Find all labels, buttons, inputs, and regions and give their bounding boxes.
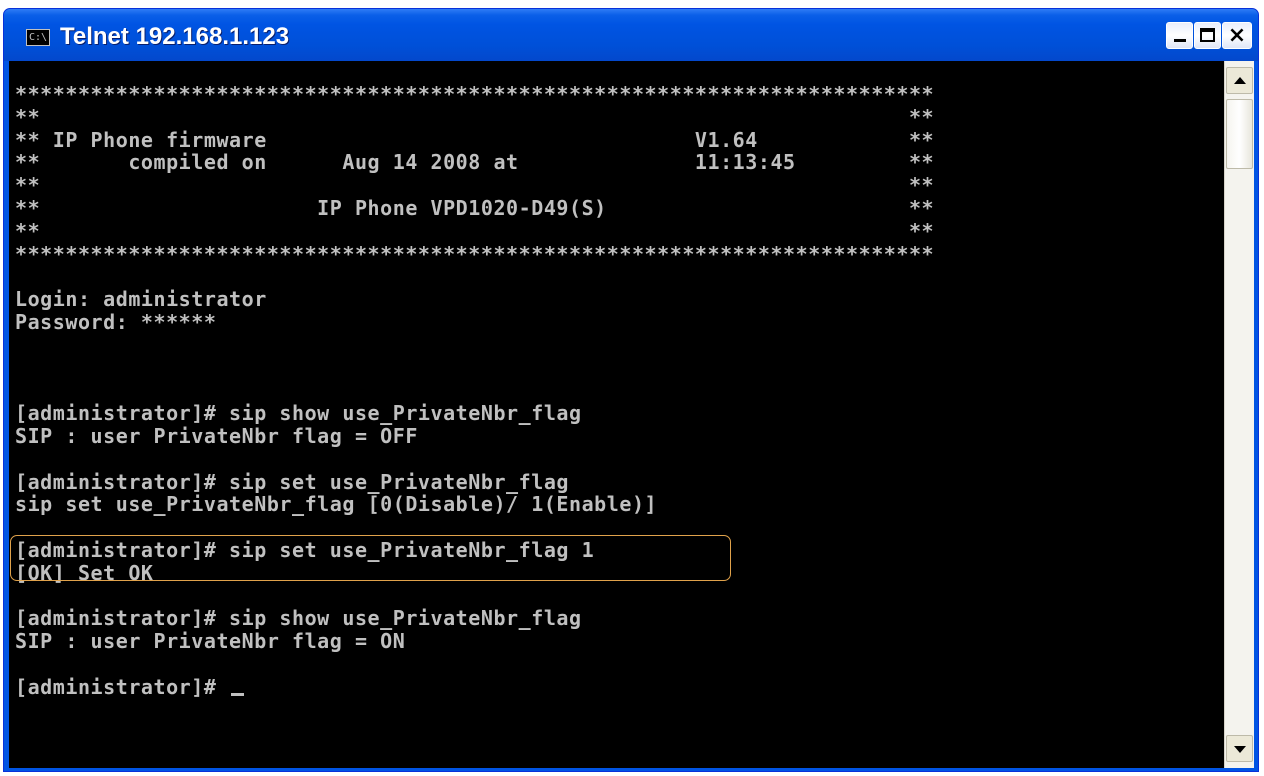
console-client-area: ****************************************… [9, 61, 1254, 768]
close-button[interactable]: × [1222, 22, 1252, 49]
terminal-line: ** ** [15, 218, 935, 243]
minimize-icon [1174, 39, 1186, 42]
scroll-down-button[interactable] [1226, 735, 1253, 762]
terminal-line: ** IP Phone VPD1020-D49(S) ** [15, 195, 935, 220]
window-title: Telnet 192.168.1.123 [60, 23, 290, 50]
terminal-line: ** ** [15, 173, 935, 198]
terminal-line: SIP : user PrivateNbr flag = ON [15, 629, 406, 654]
terminal-line: [administrator]# sip set use_PrivateNbr_… [15, 469, 570, 494]
terminal-line: sip set use_PrivateNbr_flag [0(Disable)/… [15, 492, 658, 517]
terminal-line: Login: administrator [15, 287, 267, 312]
vertical-scrollbar[interactable] [1224, 61, 1254, 768]
terminal-line: [administrator]# sip set use_PrivateNbr_… [15, 537, 595, 562]
terminal-line: [OK] Set OK [15, 560, 154, 585]
console-icon[interactable]: C:\ [26, 29, 50, 46]
arrow-up-icon [1234, 77, 1246, 84]
terminal-line: Password: ****** [15, 309, 217, 334]
terminal-output[interactable]: ****************************************… [9, 61, 1224, 768]
maximize-button[interactable] [1194, 22, 1221, 49]
telnet-window: C:\ Telnet 192.168.1.123 × *************… [3, 8, 1259, 772]
text-cursor [231, 692, 245, 696]
terminal-line: [administrator]# sip show use_PrivateNbr… [15, 606, 582, 631]
terminal-line: ****************************************… [15, 241, 935, 266]
terminal-line: ** ** [15, 104, 935, 129]
maximize-icon [1200, 28, 1215, 42]
terminal-line: ****************************************… [15, 82, 935, 106]
arrow-down-icon [1234, 746, 1246, 753]
terminal-line: ** IP Phone firmware V1.64 ** [15, 127, 935, 152]
terminal-line: SIP : user PrivateNbr flag = OFF [15, 423, 418, 448]
scrollbar-thumb[interactable] [1226, 99, 1253, 169]
prompt-text: [administrator]# [15, 674, 230, 699]
close-icon: × [1227, 23, 1247, 48]
terminal-line: [administrator]# sip show use_PrivateNbr… [15, 401, 582, 426]
minimize-button[interactable] [1166, 22, 1193, 49]
terminal-line: ** compiled on Aug 14 2008 at 11:13:45 *… [15, 150, 935, 175]
title-bar[interactable]: C:\ Telnet 192.168.1.123 × [4, 9, 1258, 61]
scroll-up-button[interactable] [1226, 67, 1253, 94]
prompt-line[interactable]: [administrator]# [15, 674, 1224, 699]
